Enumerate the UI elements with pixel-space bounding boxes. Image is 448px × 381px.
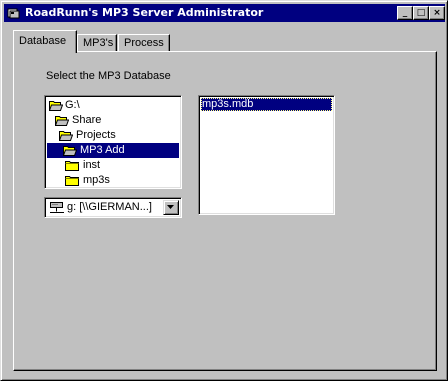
- maximize-icon: □: [416, 8, 426, 18]
- directory-label: inst: [83, 159, 101, 171]
- tab-mp3s-label: MP3's: [83, 37, 114, 49]
- drive-value: g: [\\GIERMAN...]: [67, 201, 152, 213]
- file-item-selected[interactable]: mp3s.mdb: [201, 98, 332, 111]
- tab-database[interactable]: Database: [13, 30, 77, 53]
- title-bar[interactable]: RoadRunn's MP3 Server Administrator _ □ …: [4, 4, 445, 22]
- open-folder-icon: [59, 131, 73, 141]
- drive-dropdown-button[interactable]: [163, 200, 179, 215]
- tab-database-label: Database: [19, 35, 67, 47]
- chevron-down-icon: [167, 205, 174, 209]
- close-button[interactable]: ×: [429, 6, 445, 20]
- close-icon: ×: [433, 8, 441, 18]
- closed-folder-icon: [65, 161, 79, 171]
- tab-strip: Database MP3's Process: [13, 30, 213, 53]
- directory-item-selected[interactable]: MP3 Add: [47, 143, 179, 158]
- drive-combobox[interactable]: g: [\\GIERMAN...]: [44, 197, 182, 218]
- minimize-icon: _: [402, 8, 408, 18]
- tab-mp3s[interactable]: MP3's: [77, 34, 117, 52]
- directory-list[interactable]: G:\ Share Projects MP3 Add inst mp3s: [44, 95, 182, 189]
- tab-process-label: Process: [124, 37, 164, 49]
- minimize-button[interactable]: _: [397, 6, 413, 20]
- directory-label: MP3 Add: [80, 144, 125, 156]
- app-icon: [7, 8, 20, 19]
- database-tab-panel: Select the MP3 Database G:\ Share Projec…: [13, 51, 437, 371]
- open-folder-icon: [49, 101, 63, 111]
- closed-folder-icon: [65, 176, 79, 186]
- window-title: RoadRunn's MP3 Server Administrator: [25, 6, 264, 19]
- directory-label: Projects: [76, 129, 116, 141]
- maximize-button[interactable]: □: [413, 6, 429, 20]
- open-folder-icon: [55, 116, 69, 126]
- tab-process[interactable]: Process: [118, 34, 170, 52]
- select-database-prompt: Select the MP3 Database: [46, 70, 171, 82]
- network-drive-icon: [50, 202, 64, 213]
- open-folder-icon: [63, 146, 77, 156]
- directory-label: G:\: [65, 99, 80, 111]
- directory-label: Share: [72, 114, 102, 126]
- directory-label: mp3s: [83, 174, 110, 186]
- file-list[interactable]: mp3s.mdb: [198, 95, 335, 215]
- app-window: RoadRunn's MP3 Server Administrator _ □ …: [0, 0, 448, 381]
